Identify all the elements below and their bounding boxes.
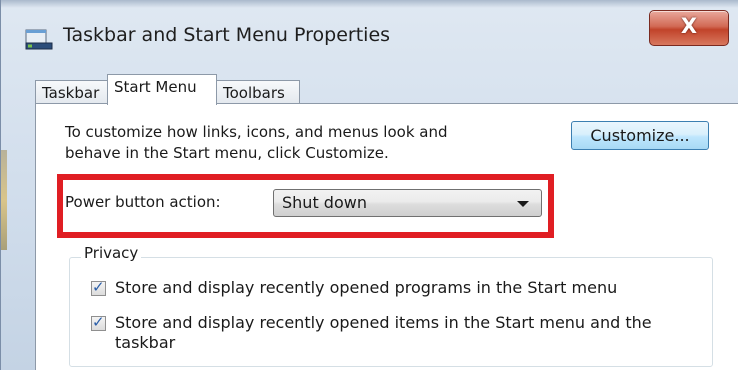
description-line: To customize how links, icons, and menus… [65, 123, 448, 141]
recent-programs-checkbox[interactable]: ✓ [91, 278, 106, 296]
checkmark-icon: ✓ [92, 278, 105, 296]
background-edge [1, 150, 7, 250]
checkbox-label-line: Store and display recently opened progra… [115, 278, 618, 297]
tab-toolbars[interactable]: Toolbars [216, 80, 300, 104]
customize-description: To customize how links, icons, and menus… [65, 122, 448, 164]
checkbox-label-line: Store and display recently opened items … [115, 313, 652, 332]
recent-items-label[interactable]: Store and display recently opened items … [115, 313, 652, 353]
power-button-action-label: Power button action: [65, 193, 221, 211]
privacy-legend: Privacy [81, 244, 142, 262]
recent-items-checkbox[interactable]: ✓ [91, 313, 106, 331]
tab-taskbar[interactable]: Taskbar [35, 80, 108, 104]
recent-programs-label[interactable]: Store and display recently opened progra… [115, 278, 617, 298]
taskbar-properties-icon [25, 29, 53, 50]
window-title: Taskbar and Start Menu Properties [63, 24, 391, 46]
description-line: behave in the Start menu, click Customiz… [65, 144, 389, 162]
power-button-action-value: Shut down [282, 193, 367, 212]
close-icon: X [680, 14, 698, 38]
close-button[interactable]: X [649, 10, 729, 46]
title-bar[interactable]: Taskbar and Start Menu Properties X [1, 0, 738, 58]
tab-start-menu[interactable]: Start Menu [107, 74, 217, 105]
customize-button[interactable]: Customize... [571, 121, 709, 150]
checkbox-label-line: taskbar [115, 333, 176, 352]
properties-window: Taskbar and Start Menu Properties X Task… [0, 0, 738, 370]
chevron-down-icon [517, 201, 529, 207]
checkmark-icon: ✓ [92, 313, 105, 331]
power-button-action-dropdown[interactable]: Shut down [273, 189, 542, 217]
